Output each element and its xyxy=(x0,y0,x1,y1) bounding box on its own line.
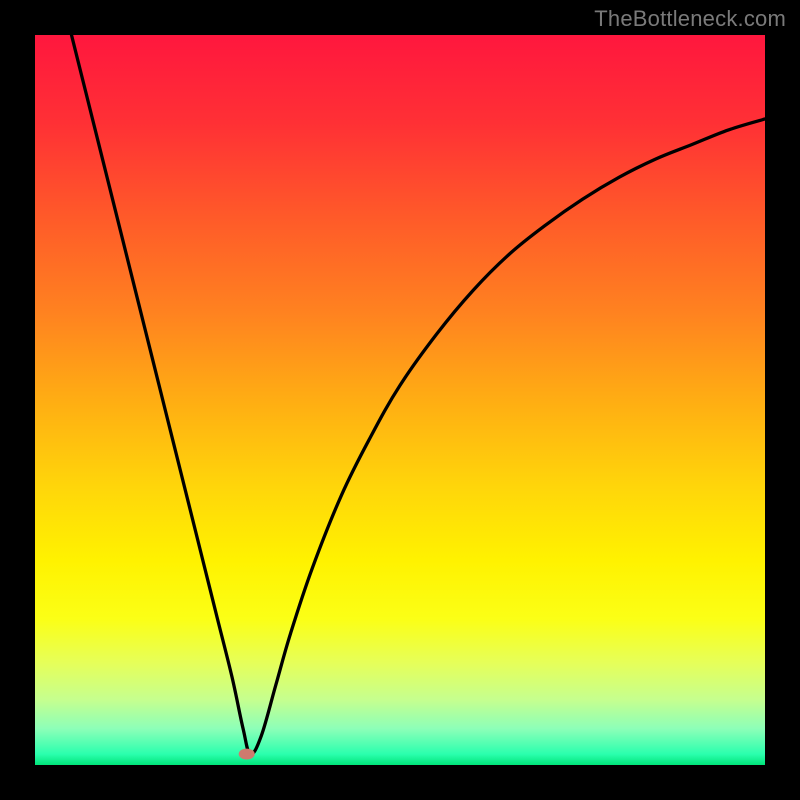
curve-layer xyxy=(35,35,765,765)
minimum-marker xyxy=(239,749,255,760)
plot-area xyxy=(35,35,765,765)
bottleneck-curve xyxy=(72,35,766,754)
watermark-text: TheBottleneck.com xyxy=(594,6,786,32)
chart-frame: TheBottleneck.com xyxy=(0,0,800,800)
